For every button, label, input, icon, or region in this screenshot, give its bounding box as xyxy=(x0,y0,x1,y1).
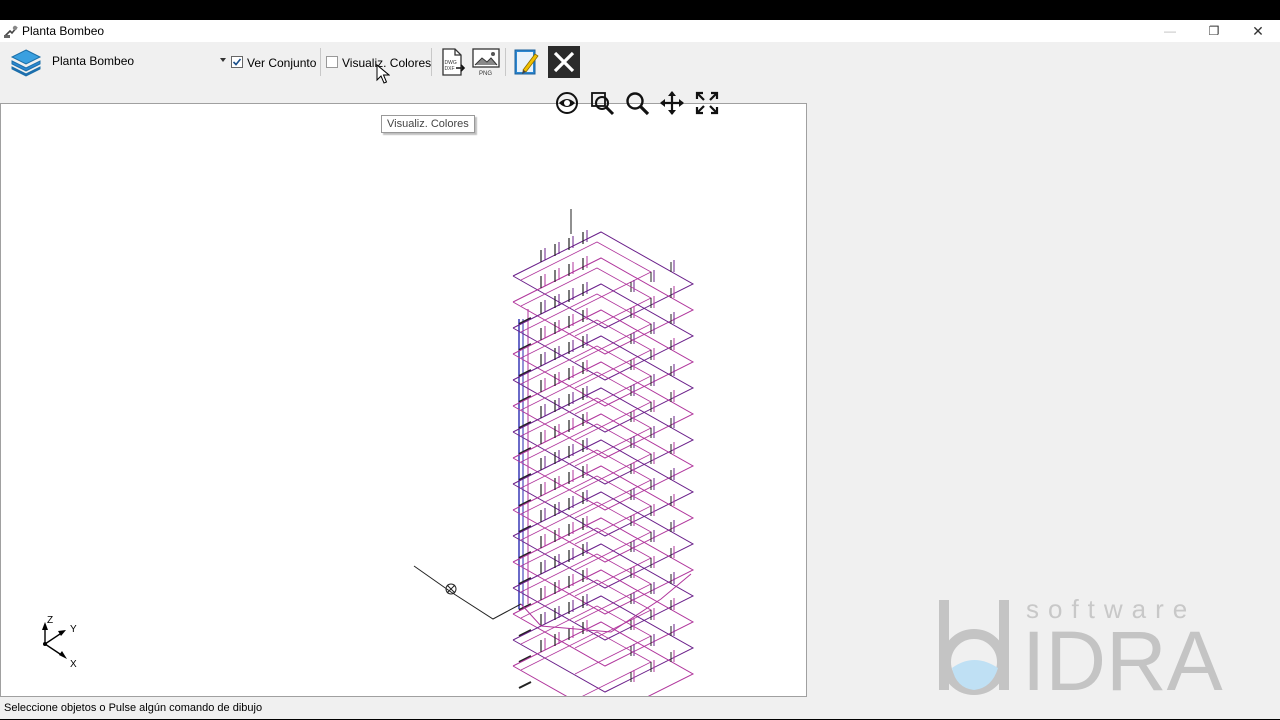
zoom-window-icon[interactable] xyxy=(589,90,615,116)
axis-z-label: Z xyxy=(47,615,53,626)
zoom-icon[interactable] xyxy=(624,90,650,116)
status-text: Seleccione objetos o Pulse algún comando… xyxy=(4,702,263,714)
drawing-canvas[interactable]: Z Y X xyxy=(0,103,807,697)
pipe-run xyxy=(512,517,695,615)
ver-conjunto-checkbox[interactable] xyxy=(231,56,243,68)
screen: Planta Bombeo — ❐ ✕ Planta Bombeo Ver Co… xyxy=(0,0,1280,720)
png-image-icon: PNG xyxy=(472,48,500,77)
status-bar: Seleccione objetos o Pulse algún comando… xyxy=(0,698,1280,719)
watermark-brand-text: IDRA xyxy=(1022,614,1223,700)
pipe-run xyxy=(512,569,695,667)
isometric-pipe-drawing[interactable] xyxy=(1,104,806,696)
pipe-run xyxy=(512,257,695,355)
pipe-segment xyxy=(518,369,532,377)
plan-selector-combo[interactable]: Planta Bombeo xyxy=(46,51,228,73)
pipe-segment xyxy=(518,421,532,429)
pipe-run xyxy=(512,491,695,589)
visualiz-colores-checkbox[interactable] xyxy=(326,56,338,68)
title-bar[interactable]: Planta Bombeo — ❐ ✕ xyxy=(0,20,1280,42)
pipe-run xyxy=(413,565,522,620)
axis-indicator: Z Y X xyxy=(42,615,77,670)
pipe-segment xyxy=(518,525,532,533)
pipe-segment xyxy=(518,317,532,325)
pipe-run xyxy=(512,595,695,693)
mouse-cursor-icon xyxy=(376,64,390,84)
close-window-button[interactable]: ✕ xyxy=(1236,20,1280,42)
pipe-run xyxy=(512,413,695,511)
toolbar: Planta Bombeo Ver Conjunto Visualiz. Col… xyxy=(0,42,1280,82)
minimize-button[interactable]: — xyxy=(1148,20,1192,42)
toolbar-separator xyxy=(320,48,321,76)
pipe-segment xyxy=(518,629,532,637)
pipe-run xyxy=(512,361,695,459)
pipe-run xyxy=(512,231,695,329)
pipe-run xyxy=(512,465,695,563)
pipe-run xyxy=(512,309,695,407)
chevron-down-icon[interactable] xyxy=(220,58,226,62)
pipe-run xyxy=(512,439,695,537)
window-title: Planta Bombeo xyxy=(22,24,105,38)
pipe-segment xyxy=(518,681,532,689)
dwg-dxf-file-icon: DWG DXF xyxy=(442,48,466,76)
axis-y-label: Y xyxy=(70,624,77,635)
pipe-segment xyxy=(518,577,532,585)
dwg-dxf-export-button[interactable]: DWG DXF xyxy=(436,46,468,78)
close-icon: ✕ xyxy=(1252,22,1264,39)
ver-conjunto-label: Ver Conjunto xyxy=(247,56,317,70)
close-view-button[interactable] xyxy=(548,46,580,78)
pipe-run xyxy=(512,283,695,381)
pipe-run xyxy=(512,335,695,433)
pipe-segment xyxy=(518,655,532,663)
png-export-button[interactable]: PNG xyxy=(470,46,502,78)
pipe-segment xyxy=(518,447,532,455)
restore-button[interactable]: ❐ xyxy=(1192,20,1236,42)
notepad-pencil-icon xyxy=(514,49,539,75)
restore-icon: ❐ xyxy=(1208,24,1220,38)
eye-icon[interactable] xyxy=(554,90,580,116)
pump-app-icon xyxy=(4,25,18,38)
toolbar-separator xyxy=(431,48,432,76)
app-window: Planta Bombeo — ❐ ✕ Planta Bombeo Ver Co… xyxy=(0,20,1280,719)
zoom-extents-icon[interactable] xyxy=(694,90,720,116)
axis-x-label: X xyxy=(70,659,77,670)
close-x-icon xyxy=(553,51,575,73)
pipe-segment xyxy=(518,473,532,481)
png-text: PNG xyxy=(479,71,492,77)
pipe-segment xyxy=(518,499,532,507)
pipe-segment xyxy=(518,395,532,403)
pipe-run xyxy=(512,387,695,485)
layers-icon[interactable] xyxy=(10,47,42,77)
plan-selector-value: Planta Bombeo xyxy=(52,54,135,68)
pipe-segment xyxy=(518,343,532,351)
edit-notes-button[interactable] xyxy=(510,46,542,78)
toolbar-separator xyxy=(505,48,506,76)
dxf-text: DXF xyxy=(445,66,455,72)
pan-icon[interactable] xyxy=(659,90,685,116)
hidra-software-watermark: software IDRA xyxy=(939,594,1223,700)
tooltip: Visualiz. Colores xyxy=(381,115,475,133)
pipe-segment xyxy=(518,551,532,559)
minimize-icon: — xyxy=(1164,24,1176,38)
check-icon xyxy=(232,58,242,66)
